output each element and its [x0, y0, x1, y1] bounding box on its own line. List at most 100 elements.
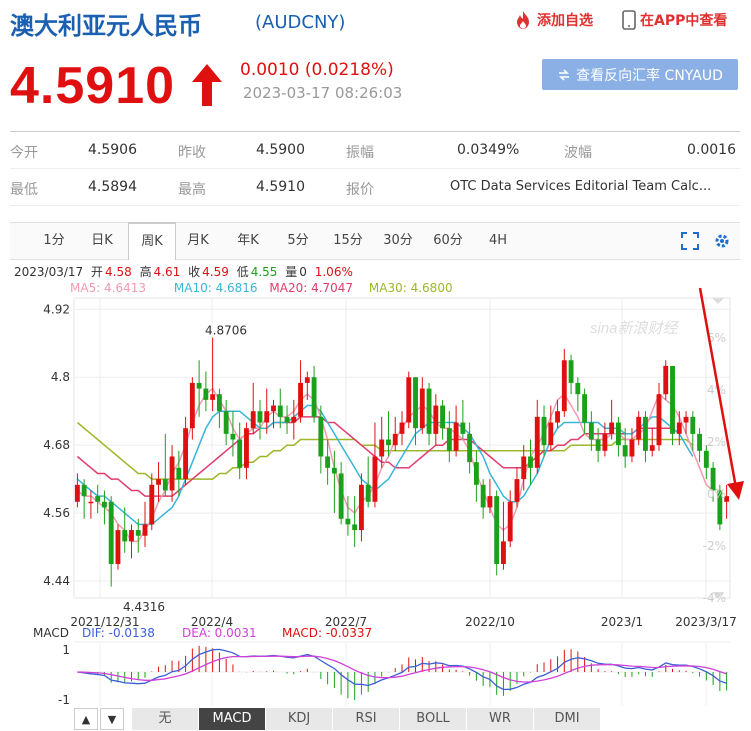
price-annotation: 4.8706	[205, 323, 247, 337]
candle-body	[244, 428, 249, 468]
indicator-wr[interactable]: WR	[467, 708, 534, 730]
candle-body	[183, 428, 189, 480]
candle-body	[345, 518, 351, 525]
nav-down-button[interactable]: ▼	[100, 708, 124, 730]
candle-body	[203, 388, 209, 400]
candle-body	[101, 501, 107, 508]
candle-body	[331, 467, 337, 474]
candle-body	[291, 416, 297, 423]
candle-body	[582, 394, 588, 423]
candle-body	[318, 416, 324, 457]
pct-tick-label: 0%	[707, 487, 726, 501]
candle-body	[649, 445, 655, 451]
candle-body	[223, 411, 229, 434]
x-tick-label: 2023/3/17	[675, 615, 737, 629]
macd-legend-name: MACD	[33, 626, 69, 640]
candle-body	[386, 439, 391, 446]
macd-y-label: -1	[58, 693, 70, 707]
candle-body	[643, 416, 648, 451]
candle-body	[636, 416, 642, 440]
macd-y-label: 1	[62, 643, 70, 657]
candle-body	[446, 428, 452, 451]
candle-body	[501, 541, 506, 565]
candle-body	[122, 530, 128, 542]
candle-body	[622, 445, 628, 457]
candle-body	[216, 394, 222, 412]
candle-body	[325, 456, 331, 468]
candle-body	[304, 377, 310, 383]
candle-body	[609, 422, 615, 434]
candle-body	[663, 365, 669, 395]
candle-body	[615, 422, 621, 446]
candle-body	[250, 411, 256, 429]
indicator-boll[interactable]: BOLL	[400, 708, 467, 730]
candle-body	[433, 405, 439, 434]
candle-body	[176, 467, 182, 480]
indicator-kdj[interactable]: KDJ	[266, 708, 333, 730]
candle-body	[561, 360, 567, 412]
candle-body	[494, 496, 500, 565]
candle-body	[507, 501, 513, 542]
candle-body	[156, 479, 161, 485]
candle-body	[440, 405, 446, 429]
candle-body	[690, 416, 696, 434]
candle-body	[95, 496, 101, 502]
candle-body	[406, 377, 412, 423]
candle-body	[426, 388, 432, 434]
candle-body	[697, 433, 703, 451]
candle-body	[413, 377, 418, 429]
indicator-tabs: ▲ ▼ 无 MACD KDJ RSI BOLL WR DMI	[74, 708, 644, 730]
candle-body	[81, 484, 87, 497]
candle-body	[568, 360, 574, 383]
candle-body	[521, 456, 527, 480]
candle-body	[88, 501, 94, 504]
kline-chart[interactable]: sina新浪财经 4.924.84.684.564.446%4%2%0%-2%-…	[0, 0, 751, 708]
candle-body	[399, 422, 405, 434]
indicator-none[interactable]: 无	[132, 708, 199, 730]
candle-body	[196, 382, 202, 389]
candle-body	[210, 394, 216, 400]
candle-body	[271, 405, 276, 412]
candle-body	[602, 433, 608, 451]
candle-body	[162, 479, 168, 491]
candle-body	[237, 439, 243, 468]
nav-up-button[interactable]: ▲	[74, 708, 98, 730]
candle-body	[473, 462, 479, 485]
candle-body	[338, 473, 344, 519]
candle-body	[108, 501, 114, 565]
candle-body	[358, 484, 364, 531]
price-annotation: 4.4316	[123, 600, 165, 614]
indicator-dmi[interactable]: DMI	[534, 708, 601, 730]
candle-body	[135, 530, 141, 536]
candle-body	[257, 411, 263, 423]
candle-body	[311, 377, 317, 417]
macd-legend-macd: MACD: -0.0337	[282, 626, 372, 640]
candle-body	[514, 479, 520, 502]
pct-tick-label: -4%	[703, 591, 726, 605]
candle-body	[284, 416, 290, 423]
indicator-rsi[interactable]: RSI	[333, 708, 400, 730]
candle-body	[575, 382, 581, 395]
y-tick-label: 4.92	[43, 302, 70, 316]
candle-body	[683, 416, 689, 423]
candle-body	[656, 394, 662, 446]
x-tick-label: 2023/1	[601, 615, 643, 629]
candle-body	[230, 433, 236, 440]
candle-body	[676, 422, 682, 434]
candle-body	[487, 496, 493, 508]
pct-tick-label: 2%	[707, 435, 726, 449]
candle-body	[453, 422, 459, 451]
watermark: sina新浪财经	[590, 320, 680, 337]
candle-body	[129, 530, 134, 542]
y-tick-label: 4.56	[43, 506, 70, 520]
candle-body	[541, 416, 547, 446]
pct-tick-label: -2%	[703, 539, 726, 553]
candle-body	[115, 530, 121, 565]
macd-legend-dif: DIF: -0.0138	[82, 626, 155, 640]
candle-body	[142, 524, 148, 536]
candle-body	[298, 382, 303, 417]
candle-body	[588, 422, 594, 440]
candle-body	[548, 422, 554, 446]
indicator-macd[interactable]: MACD	[199, 708, 266, 730]
candle-body	[480, 484, 486, 508]
